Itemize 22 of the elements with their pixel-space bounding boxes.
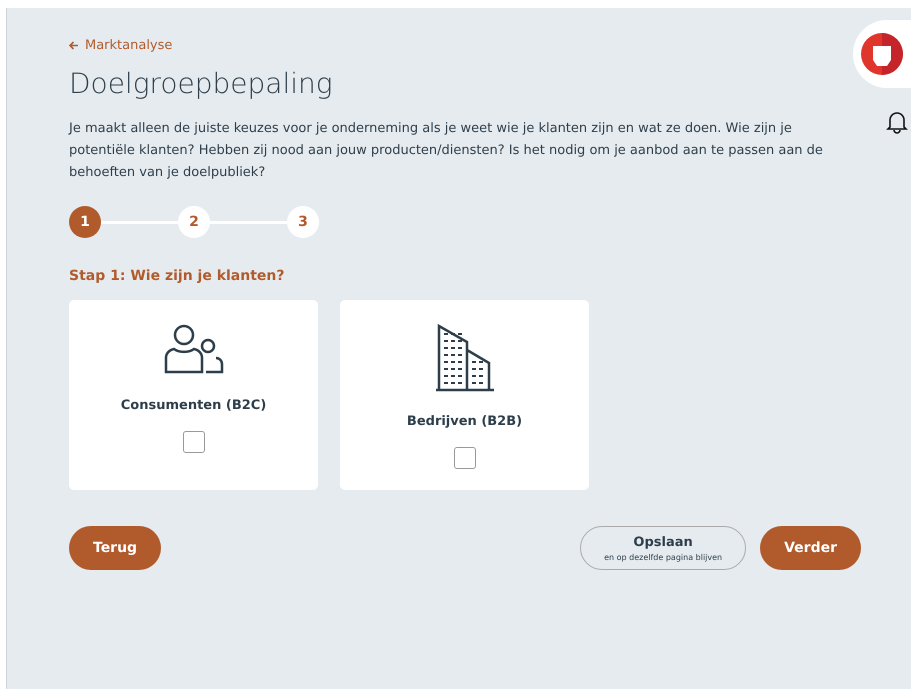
step-title: Stap 1: Wie zijn je klanten?: [69, 268, 286, 284]
save-button[interactable]: Opslaan en op dezelfde pagina blijven: [580, 526, 746, 570]
option-label: Consumenten (B2C): [120, 398, 266, 413]
option-label: Bedrijven (B2B): [406, 414, 522, 429]
step-indicator[interactable]: 1: [69, 206, 101, 238]
back-button[interactable]: Terug: [69, 526, 162, 570]
checkbox[interactable]: [182, 431, 204, 453]
logo-pill[interactable]: [853, 20, 911, 88]
page-title: Doelgroepbepaling: [69, 67, 334, 100]
bell-icon[interactable]: [886, 110, 908, 134]
people-icon: [164, 324, 224, 376]
back-link[interactable]: Marktanalyse: [69, 38, 172, 53]
next-button[interactable]: Verder: [760, 526, 861, 570]
logo-icon: [861, 33, 903, 75]
step-indicator[interactable]: 3: [287, 206, 319, 238]
option-card[interactable]: Bedrijven (B2B): [340, 300, 589, 490]
building-icon: [434, 324, 494, 392]
checkbox[interactable]: [454, 447, 476, 469]
intro-text: Je maakt alleen de juiste keuzes voor je onderneming als je weet wie je klanten zijn en wat ze doen. Wie zijn je potentiële klanten? Hebben zij nood aan jouw producten/diensten? Is het nodig om je aanbod aan te passen aan de behoeften van je doelpubliek?: [69, 120, 824, 182]
option-card[interactable]: Consumenten (B2C): [69, 300, 318, 490]
step-indicator[interactable]: 2: [178, 206, 210, 238]
arrow-left-icon: [69, 41, 79, 50]
